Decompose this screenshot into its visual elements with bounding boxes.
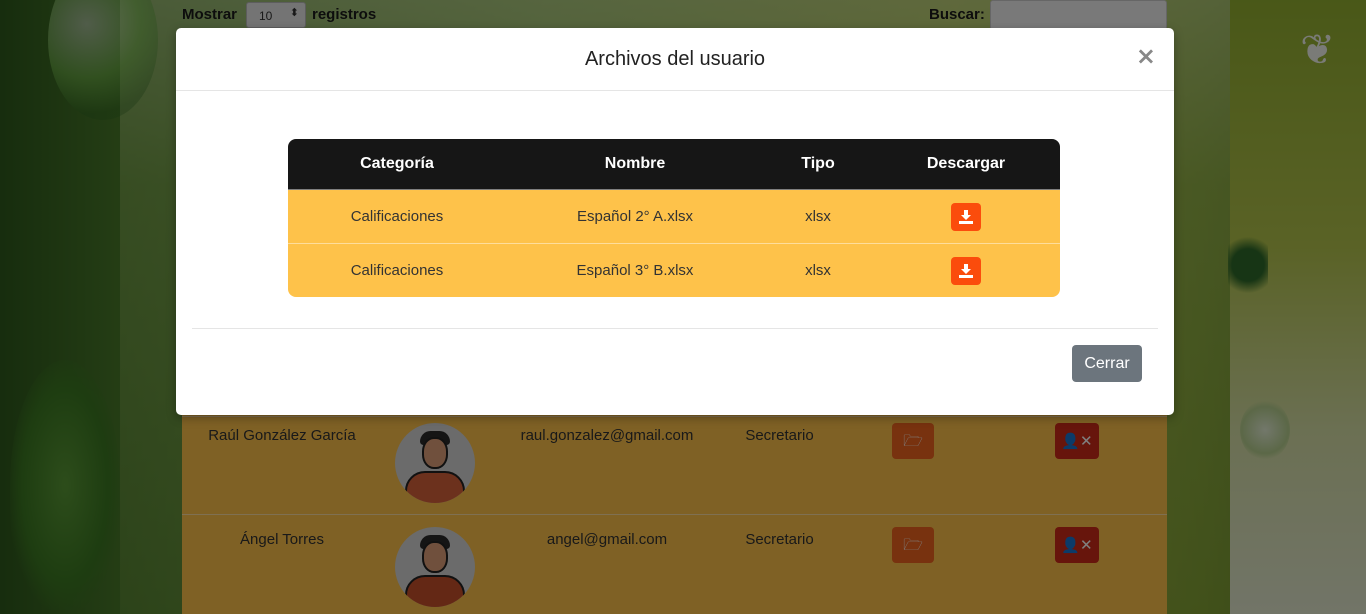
download-cell xyxy=(872,243,1060,297)
file-name: Español 3° B.xlsx xyxy=(506,243,764,297)
close-icon[interactable]: × xyxy=(1136,44,1156,68)
column-header-category: Categoría xyxy=(360,155,434,172)
download-button[interactable] xyxy=(951,256,981,285)
files-modal: Archivos del usuario × Categoría Nombre … xyxy=(176,28,1174,415)
modal-footer-divider xyxy=(192,328,1158,329)
column-header-name: Nombre xyxy=(604,155,666,172)
file-category: Calificaciones xyxy=(288,189,506,244)
files-table: Categoría Nombre Tipo Descargar Califica… xyxy=(288,139,1060,297)
modal-title: Archivos del usuario xyxy=(584,48,766,70)
files-table-header: Categoría Nombre Tipo Descargar xyxy=(288,139,1060,190)
download-icon xyxy=(959,209,973,224)
close-button[interactable]: Cerrar xyxy=(1072,345,1142,382)
column-header-download: Descargar xyxy=(926,155,1006,172)
download-button[interactable] xyxy=(951,202,981,231)
modal-header: Archivos del usuario × xyxy=(176,28,1174,91)
table-row: Calificaciones Español 3° B.xlsx xlsx xyxy=(288,243,1060,297)
download-cell xyxy=(872,189,1060,244)
file-category: Calificaciones xyxy=(288,243,506,297)
file-type: xlsx xyxy=(764,243,872,297)
table-row: Calificaciones Español 2° A.xlsx xlsx xyxy=(288,189,1060,244)
file-type: xlsx xyxy=(764,189,872,244)
download-icon xyxy=(959,263,973,278)
column-header-type: Tipo xyxy=(801,155,835,172)
file-name: Español 2° A.xlsx xyxy=(506,189,764,244)
